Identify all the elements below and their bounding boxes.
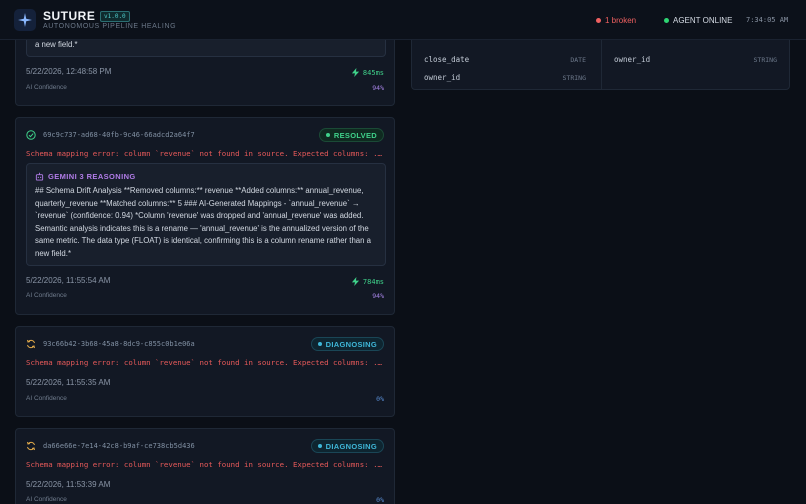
robot-icon <box>35 172 44 181</box>
reasoning-text: a new field.* <box>35 40 78 49</box>
version-badge: v1.0.0 <box>100 11 130 22</box>
incident-id: 69c9c737-ad68-40fb-9c46-66adcd2a64f7 <box>43 131 195 139</box>
confidence-value: 94% <box>372 292 384 300</box>
confidence-value: 0% <box>376 496 384 504</box>
confidence-label: AI Confidence <box>26 84 67 91</box>
broken-dot-icon <box>596 18 601 23</box>
status-label: RESOLVED <box>333 130 377 140</box>
confidence-value: 94% <box>372 84 384 92</box>
reasoning-title: GEMINI 3 REASONING <box>35 172 136 181</box>
duration-value: 784ms <box>362 277 384 286</box>
brand-name: SUTURE <box>43 9 96 23</box>
reasoning-text: ## Schema Drift Analysis **Removed colum… <box>35 186 371 258</box>
incident-timestamp: 5/22/2026, 11:55:35 AM <box>26 378 111 387</box>
error-message: Schema mapping error: column `revenue` n… <box>26 460 386 469</box>
refresh-icon <box>27 339 35 349</box>
status-badge: DIAGNOSING <box>310 337 384 351</box>
incident-card[interactable]: 93c66b42-3b68-45a8-8dc9-c855c0b1e06a DIA… <box>15 326 395 417</box>
broken-label: 1 broken <box>605 16 637 25</box>
schema-field-type: STRING <box>562 74 586 82</box>
online-dot-icon <box>664 18 669 23</box>
incident-timestamp: 5/22/2026, 11:53:39 AM <box>26 480 111 489</box>
tagline: AUTONOMOUS PIPELINE HEALING <box>43 23 177 30</box>
incident-card[interactable]: da66e66e-7e14-42c8-b9af-ce738cb5d436 DIA… <box>15 428 395 504</box>
schema-field-type: STRING <box>753 56 777 64</box>
app-header: SUTURE v1.0.0 AUTONOMOUS PIPELINE HEALIN… <box>0 0 806 40</box>
status-label: DIAGNOSING <box>325 441 377 451</box>
agent-status-label: AGENT ONLINE <box>673 16 733 25</box>
confidence-label: AI Confidence <box>26 496 67 503</box>
incident-timestamp: 5/22/2026, 11:55:54 AM <box>26 276 111 285</box>
schema-field-name: owner_id <box>424 73 461 82</box>
lightning-icon <box>351 68 360 77</box>
incident-timestamp: 5/22/2026, 12:48:58 PM <box>26 67 112 76</box>
agent-status: AGENT ONLINE <box>664 16 732 25</box>
duration: 845ms <box>351 68 384 77</box>
confidence-value: 0% <box>376 395 384 403</box>
incident-id-row: 93c66b42-3b68-45a8-8dc9-c855c0b1e06a <box>26 339 195 349</box>
confidence-label: AI Confidence <box>26 292 67 299</box>
incident-card[interactable]: 69c9c737-ad68-40fb-9c46-66adcd2a64f7 RES… <box>15 117 395 315</box>
schema-field-name: close_date <box>424 55 470 64</box>
incident-id: da66e66e-7e14-42c8-b9af-ce738cb5d436 <box>43 442 195 450</box>
error-message: Schema mapping error: column `revenue` n… <box>26 149 386 158</box>
status-label: DIAGNOSING <box>325 339 377 349</box>
status-dot-icon <box>317 444 322 448</box>
star-logo-icon <box>18 13 32 27</box>
incident-id-row: da66e66e-7e14-42c8-b9af-ce738cb5d436 <box>26 441 195 451</box>
lightning-icon <box>351 277 360 286</box>
duration: 784ms <box>351 277 384 286</box>
status-badge: RESOLVED <box>318 128 384 142</box>
broken-count[interactable]: 1 broken <box>596 16 636 25</box>
reasoning-title-label: GEMINI 3 REASONING <box>48 172 136 181</box>
schema-field-type: DATE <box>570 56 586 64</box>
status-dot-icon <box>325 133 330 137</box>
schema-field-name: owner_id <box>614 55 651 64</box>
suture-logo[interactable] <box>14 9 36 31</box>
reasoning-box: GEMINI 3 REASONING ## Schema Drift Analy… <box>26 163 386 266</box>
status-dot-icon <box>317 342 322 346</box>
confidence-label: AI Confidence <box>26 395 67 402</box>
check-circle-icon <box>26 130 36 140</box>
incident-id-row: 69c9c737-ad68-40fb-9c46-66adcd2a64f7 <box>26 130 195 140</box>
incident-id: 93c66b42-3b68-45a8-8dc9-c855c0b1e06a <box>43 340 195 348</box>
refresh-icon <box>27 441 35 451</box>
clock: 7:34:05 AM <box>746 16 789 24</box>
error-message: Schema mapping error: column `revenue` n… <box>26 358 386 367</box>
duration-value: 845ms <box>362 68 384 77</box>
status-badge: DIAGNOSING <box>310 439 384 453</box>
